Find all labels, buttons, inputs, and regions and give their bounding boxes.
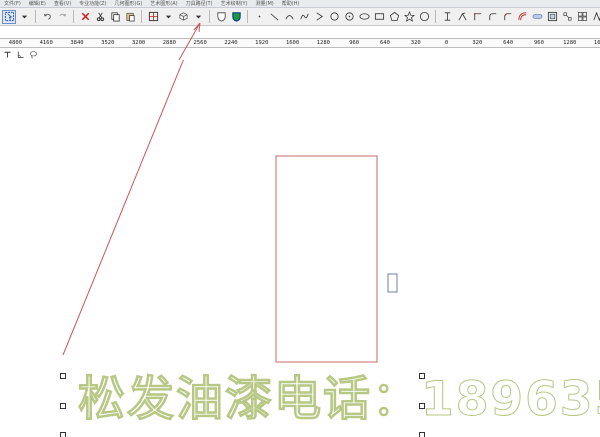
annotation-arrow-line: [62, 60, 184, 356]
selection-handle[interactable]: [60, 403, 66, 409]
selection-handle[interactable]: [419, 403, 425, 409]
selection-handle[interactable]: [60, 432, 66, 437]
selection-handle[interactable]: [60, 373, 66, 379]
selection-handle[interactable]: [419, 432, 425, 437]
selection-handle[interactable]: [419, 373, 425, 379]
small-rectangle[interactable]: [387, 273, 398, 293]
drawn-rectangle[interactable]: [275, 155, 378, 363]
outlined-text-object[interactable]: 松发油漆电话：189635: [78, 365, 600, 435]
annotation-arrow-top: [178, 22, 201, 60]
